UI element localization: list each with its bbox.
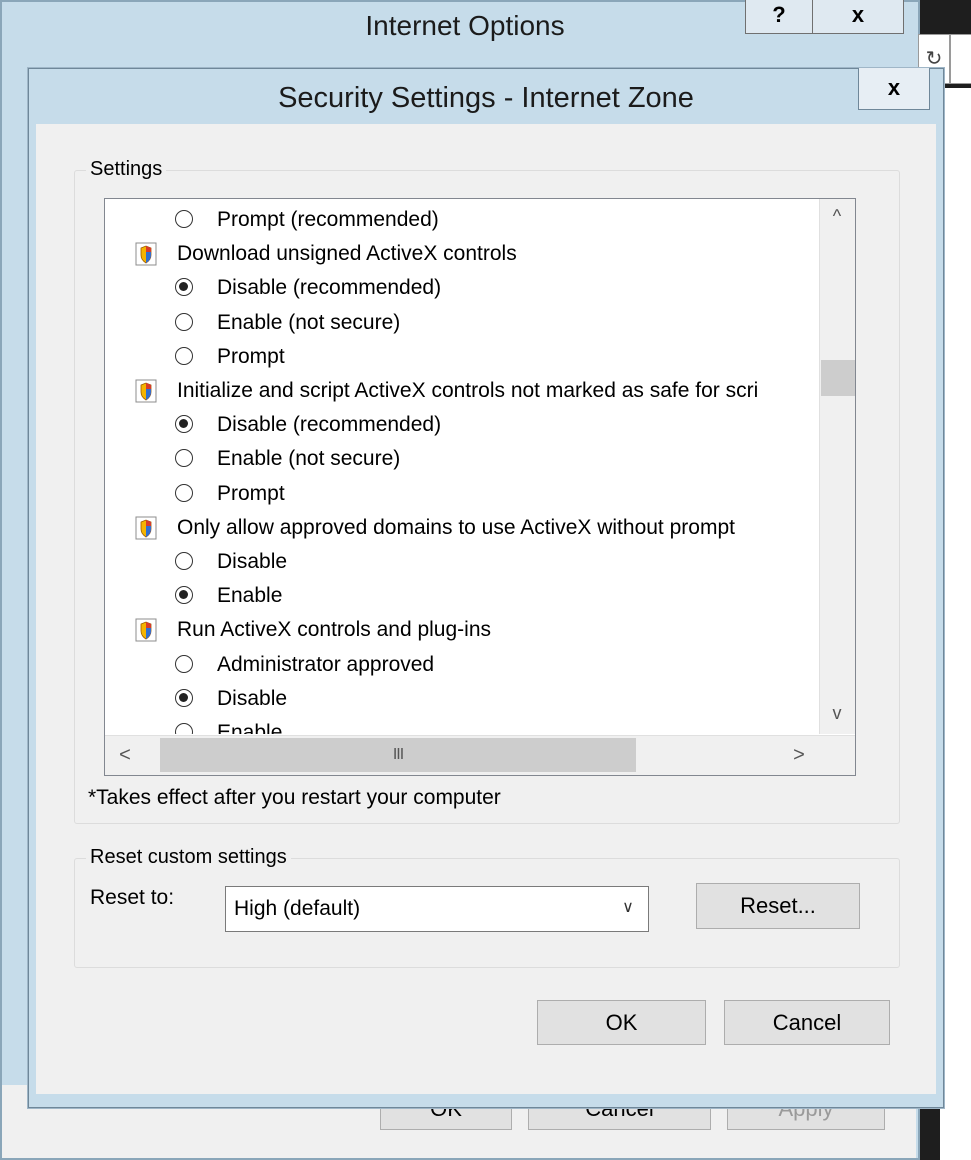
scrollbar-corner: [820, 736, 855, 775]
settings-option[interactable]: Enable (not secure): [105, 442, 819, 476]
radio-button[interactable]: [175, 312, 193, 331]
reset-to-label: Reset to:: [90, 886, 175, 909]
radio-button[interactable]: [175, 210, 193, 228]
settings-group-label: Settings: [86, 158, 167, 181]
help-button[interactable]: ?: [745, 0, 813, 34]
radio-button[interactable]: [175, 449, 193, 468]
settings-option[interactable]: Enable: [105, 716, 819, 734]
vertical-scrollbar[interactable]: [819, 199, 855, 734]
option-label: Administrator approved: [217, 652, 435, 676]
category-label: Only allow approved domains to use Activ…: [177, 515, 735, 539]
refresh-icon: ↻: [925, 48, 943, 70]
settings-option[interactable]: Prompt (recommended): [105, 203, 819, 237]
option-label: Enable (not secure): [217, 447, 401, 471]
option-label: Enable (not secure): [217, 310, 401, 334]
settings-category: Only allow approved domains to use Activ…: [105, 511, 819, 545]
option-label: Disable: [217, 550, 288, 573]
radio-button[interactable]: [175, 654, 193, 673]
option-label: Disable: [217, 686, 288, 710]
category-label: Initialize and script ActiveX controls n…: [177, 379, 759, 402]
browser-content-area: [940, 88, 971, 1160]
settings-category: Download unsigned ActiveX controls: [105, 237, 819, 271]
shield-icon: [135, 379, 157, 403]
address-bar[interactable]: [950, 34, 971, 84]
option-label: Prompt: [217, 344, 285, 368]
settings-option[interactable]: Disable (recommended): [105, 271, 819, 305]
settings-option[interactable]: Disable (recommended): [105, 408, 819, 442]
category-label: Run ActiveX controls and plug-ins: [177, 618, 492, 642]
shield-icon: [135, 618, 157, 642]
security-settings-close-button[interactable]: x: [858, 68, 930, 110]
reset-button[interactable]: Reset...: [696, 883, 860, 929]
radio-button[interactable]: [175, 346, 193, 365]
scroll-left-button[interactable]: <: [110, 738, 140, 772]
shield-icon: [135, 516, 157, 540]
settings-tree-viewport: Prompt (recommended) Download unsigned Ac…: [105, 199, 819, 734]
reset-level-dropdown[interactable]: High (default): [225, 886, 649, 932]
option-label: Enable: [217, 584, 283, 608]
settings-option[interactable]: Prompt: [105, 340, 819, 374]
option-label: Disable (recommended): [217, 276, 442, 300]
option-label: Prompt: [217, 481, 285, 505]
option-label: Enable: [217, 721, 283, 734]
radio-button[interactable]: [175, 552, 193, 570]
cancel-button[interactable]: Cancel: [724, 1000, 890, 1045]
category-label: Download unsigned ActiveX controls: [177, 242, 517, 266]
scroll-down-button[interactable]: v: [820, 703, 854, 731]
settings-option[interactable]: Enable: [105, 579, 819, 613]
scroll-up-button[interactable]: ^: [820, 206, 854, 234]
radio-button[interactable]: [175, 483, 193, 502]
chevron-down-icon[interactable]: ∨: [616, 896, 640, 920]
vertical-scroll-thumb[interactable]: [821, 360, 855, 396]
horizontal-scroll-thumb[interactable]: III: [160, 738, 636, 772]
settings-option[interactable]: Prompt: [105, 477, 819, 511]
reset-group-label: Reset custom settings: [86, 846, 291, 869]
scroll-right-button[interactable]: >: [784, 738, 814, 772]
option-label: Prompt (recommended): [217, 208, 439, 231]
settings-option[interactable]: Administrator approved: [105, 648, 819, 682]
radio-button-checked[interactable]: [175, 278, 193, 297]
settings-category: Initialize and script ActiveX controls n…: [105, 374, 819, 408]
internet-options-close-button[interactable]: x: [812, 0, 904, 34]
radio-button-checked[interactable]: [175, 688, 193, 707]
settings-category: Run ActiveX controls and plug-ins: [105, 613, 819, 647]
security-settings-title: Security Settings - Internet Zone: [278, 82, 694, 114]
radio-button-checked[interactable]: [175, 586, 193, 605]
settings-option[interactable]: Disable: [105, 545, 819, 579]
restart-note: *Takes effect after you restart your com…: [88, 786, 501, 809]
shield-icon: [135, 242, 157, 266]
settings-option[interactable]: Enable (not secure): [105, 306, 819, 340]
settings-option[interactable]: Disable: [105, 682, 819, 716]
ok-button[interactable]: OK: [537, 1000, 706, 1045]
option-label: Disable (recommended): [217, 413, 442, 437]
radio-button[interactable]: [175, 723, 193, 734]
radio-button-checked[interactable]: [175, 415, 193, 434]
